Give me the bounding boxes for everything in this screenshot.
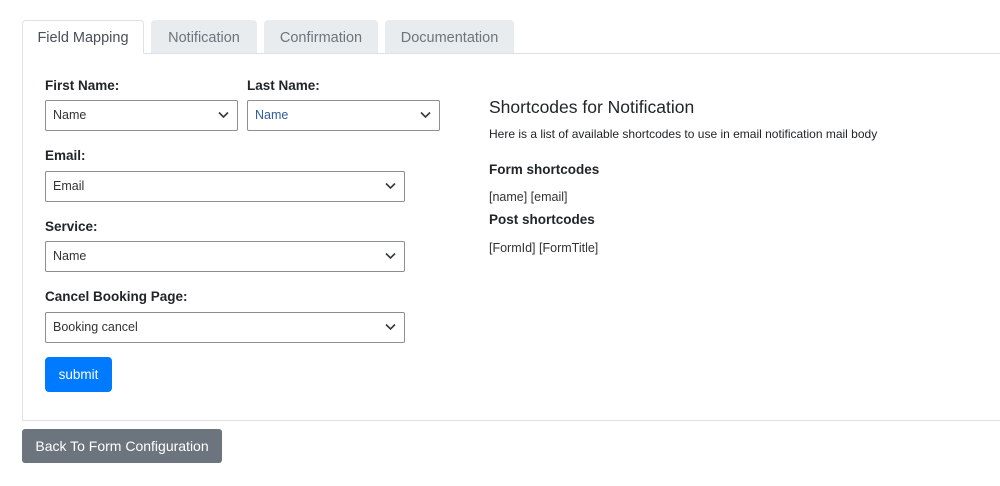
tab-documentation[interactable]: Documentation [385,20,514,53]
chevron-down-icon [385,182,396,190]
form-shortcodes-list: [name] [email] [489,190,568,204]
first-name-value: Name [53,108,87,122]
page: Field Mapping Notification Confirmation … [0,0,1000,486]
service-value: Name [53,249,87,263]
submit-button[interactable]: submit [45,357,112,392]
email-select[interactable]: Email [45,171,405,202]
tab-field-mapping[interactable]: Field Mapping [22,20,144,54]
tab-confirmation[interactable]: Confirmation [264,20,378,53]
chevron-down-icon [218,111,229,119]
cancel-booking-page-label: Cancel Booking Page: [45,289,188,304]
last-name-select[interactable]: Name [247,100,440,131]
form-shortcodes-heading: Form shortcodes [489,162,600,177]
tab-bar: Field Mapping Notification Confirmation … [22,20,1000,54]
last-name-value: Name [255,108,289,122]
first-name-select[interactable]: Name [45,100,238,131]
post-shortcodes-list: [FormId] [FormTitle] [489,241,599,255]
cancel-booking-page-select[interactable]: Booking cancel [45,312,405,343]
tab-notification[interactable]: Notification [151,20,257,53]
cancel-booking-page-value: Booking cancel [53,320,138,334]
chevron-down-icon [420,111,431,119]
email-value: Email [53,179,85,193]
service-select[interactable]: Name [45,241,405,272]
first-name-label: First Name: [45,78,120,93]
last-name-label: Last Name: [247,78,320,93]
back-to-form-configuration-button[interactable]: Back To Form Configuration [22,429,222,463]
chevron-down-icon [385,252,396,260]
service-label: Service: [45,219,98,234]
chevron-down-icon [385,323,396,331]
shortcodes-description: Here is a list of available shortcodes t… [489,127,878,141]
shortcodes-title: Shortcodes for Notification [489,97,695,117]
post-shortcodes-heading: Post shortcodes [489,212,595,227]
email-label: Email: [45,148,86,163]
